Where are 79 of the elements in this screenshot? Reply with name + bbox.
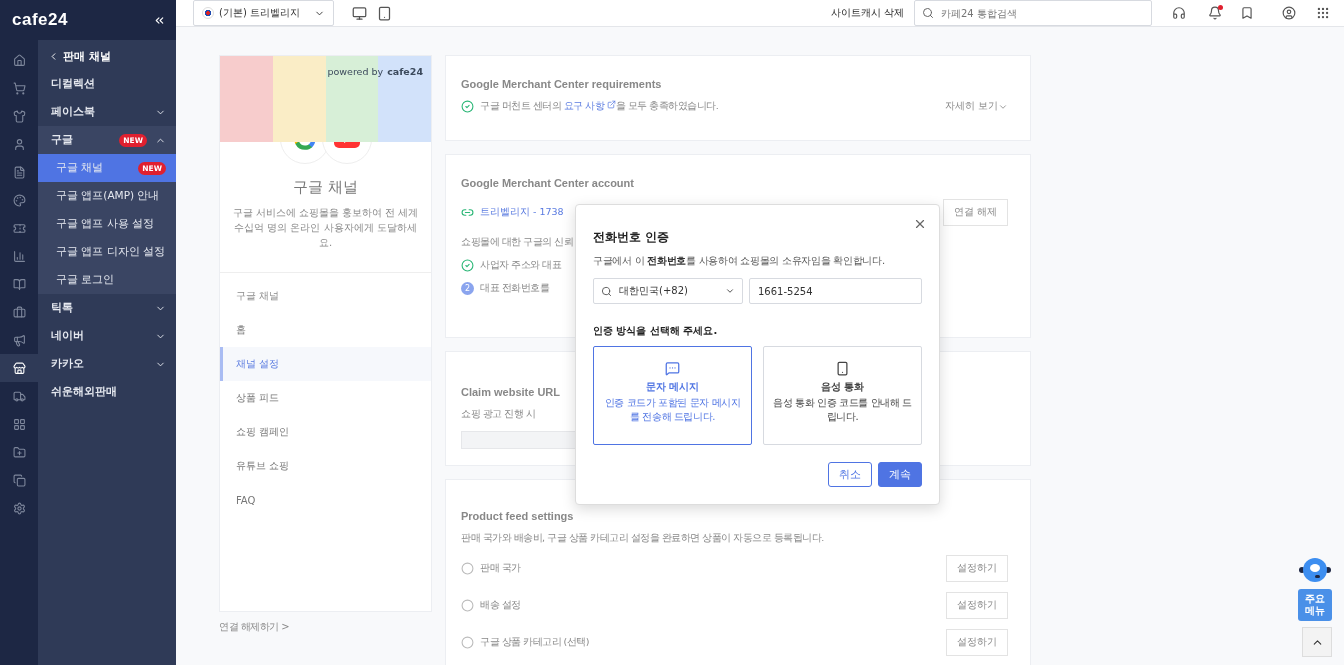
external-link-icon xyxy=(606,100,616,109)
menu-item[interactable]: 네이버 xyxy=(38,322,176,350)
claim-description: 쇼핑 광고 진행 시 xyxy=(461,408,536,421)
disconnect-link[interactable]: 연결 해제하기 > xyxy=(219,620,432,634)
feed-description: 판매 국가와 배송비, 구글 상품 카테고리 설정을 완료하면 상품이 자동으로 등록됩니다. xyxy=(461,532,824,545)
section-title: Google Merchant Center account xyxy=(461,177,634,189)
search-icon xyxy=(601,285,612,297)
method-option[interactable]: 문자 메시지 인증 코드가 포함된 문자 메시지를 전송해 드립니다. xyxy=(593,346,752,445)
back-link[interactable]: 판매 채널 xyxy=(38,42,176,70)
requirements-text: 구글 머천트 센터의 요구 사항 을 모두 충족하였습니다. xyxy=(480,100,719,113)
nav-item[interactable]: 쇼핑 캠페인 xyxy=(220,415,431,449)
account-link[interactable]: 트리벨리지 - 1738 xyxy=(480,206,564,219)
section-title: Claim website URL xyxy=(461,386,561,398)
chevron-down-icon xyxy=(725,286,735,296)
nav-item[interactable]: FAQ xyxy=(220,483,431,517)
channel-description: 구글 서비스에 쇼핑몰을 홍보하여 전 세계 수십억 명의 온라인 사용자에게 도달하세요. xyxy=(231,206,420,250)
nav-item[interactable]: 상품 피드 xyxy=(220,381,431,415)
feed-row-label: 배송 설정 xyxy=(480,599,521,612)
submenu-item[interactable]: 구글 앱프 디자인 설정 xyxy=(38,238,176,266)
phone-field[interactable]: 1661-5254 xyxy=(749,278,922,304)
bookmark-icon[interactable] xyxy=(1240,6,1254,20)
disconnect-button[interactable]: 연결 해제 xyxy=(942,199,1008,226)
section-title: Google Merchant Center requirements xyxy=(461,78,662,90)
logo[interactable]: cafe24 xyxy=(12,10,68,30)
setup-button[interactable]: 설정하기 xyxy=(946,629,1008,656)
feed-row-label: 판매 국가 xyxy=(480,562,521,575)
nav-item[interactable]: 채널 설정 xyxy=(220,347,431,381)
feed-row-label: 구글 상품 카테고리 (선택) xyxy=(480,636,589,649)
apps-grid-icon[interactable] xyxy=(1316,6,1330,20)
country-select[interactable]: 대한민국(+82) xyxy=(593,278,743,304)
link-icon xyxy=(461,206,474,219)
tablet-icon[interactable] xyxy=(377,5,392,21)
setup-button[interactable]: 설정하기 xyxy=(946,592,1008,619)
user-icon[interactable] xyxy=(1282,6,1296,20)
nav-heading: 구글 채널 xyxy=(235,289,281,303)
search-field[interactable]: 카페24 통합검색 xyxy=(914,0,1152,26)
step-text: 사업자 주소와 대표 xyxy=(480,259,562,272)
menu-item[interactable]: 틱톡 xyxy=(38,294,176,322)
menu-item[interactable]: 디컬렉션 xyxy=(38,70,176,98)
powered-by-text: powered by cafe24 xyxy=(327,66,423,77)
phone-icon xyxy=(835,361,850,376)
method-option[interactable]: 음성 통화 음성 통화 인증 코드를 안내해 드립니다. xyxy=(763,346,922,445)
cancel-button[interactable]: 취소 xyxy=(828,462,872,487)
cache-clear-button[interactable]: 사이트캐시 삭제 xyxy=(830,6,904,20)
step-text: 대표 전화번호를 xyxy=(480,282,550,295)
dialog-description: 구글에서 이 전화번호를 사용하여 쇼핑몰의 소유자임을 확인합니다. xyxy=(593,254,886,268)
trust-text: 쇼핑몰에 대한 구글의 신뢰 xyxy=(461,236,574,249)
bell-icon[interactable] xyxy=(1208,6,1222,20)
chat-bubble-icon xyxy=(665,361,680,376)
submenu-item[interactable]: 구글 앱프 사용 설정 xyxy=(38,210,176,238)
shop-select[interactable]: (기본) 트리벨리지 xyxy=(193,0,334,26)
dialog-title: 전화번호 인증 xyxy=(593,229,671,246)
more-link[interactable]: 자세히 보기 xyxy=(944,100,1008,113)
check-icon xyxy=(461,259,474,272)
menu-item[interactable]: 카카오 xyxy=(38,350,176,378)
menu-item[interactable]: 쉬운해외판매 xyxy=(38,378,176,406)
monitor-icon[interactable] xyxy=(352,5,367,21)
step-number: 2 xyxy=(461,282,474,295)
submenu-item[interactable]: 구글 로그인 xyxy=(38,266,176,294)
search-icon xyxy=(922,7,934,19)
nav-item[interactable]: 홈 xyxy=(220,313,431,347)
status-icon xyxy=(461,599,474,612)
chatbot-icon[interactable] xyxy=(1298,557,1332,583)
submenu-item[interactable]: 구글 앱프(AMP) 안내 xyxy=(38,182,176,210)
setup-button[interactable]: 설정하기 xyxy=(946,555,1008,582)
check-icon xyxy=(461,100,474,113)
method-prompt: 인증 방식을 선택해 주세요. xyxy=(593,324,719,338)
menu-item[interactable]: 페이스북 xyxy=(38,98,176,126)
headset-icon[interactable] xyxy=(1172,6,1186,20)
status-icon xyxy=(461,636,474,649)
channel-title: 구글 채널 xyxy=(293,178,358,197)
store-icon[interactable] xyxy=(0,354,38,382)
requirements-link[interactable]: 요구 사항 xyxy=(563,100,616,111)
main-menu-button[interactable]: 주요 메뉴 xyxy=(1298,589,1332,621)
continue-button[interactable]: 계속 xyxy=(878,462,922,487)
close-icon[interactable] xyxy=(913,217,927,231)
section-title: Product feed settings xyxy=(461,510,574,522)
nav-item[interactable]: 유튜브 쇼핑 xyxy=(220,449,431,483)
status-icon xyxy=(461,562,474,575)
